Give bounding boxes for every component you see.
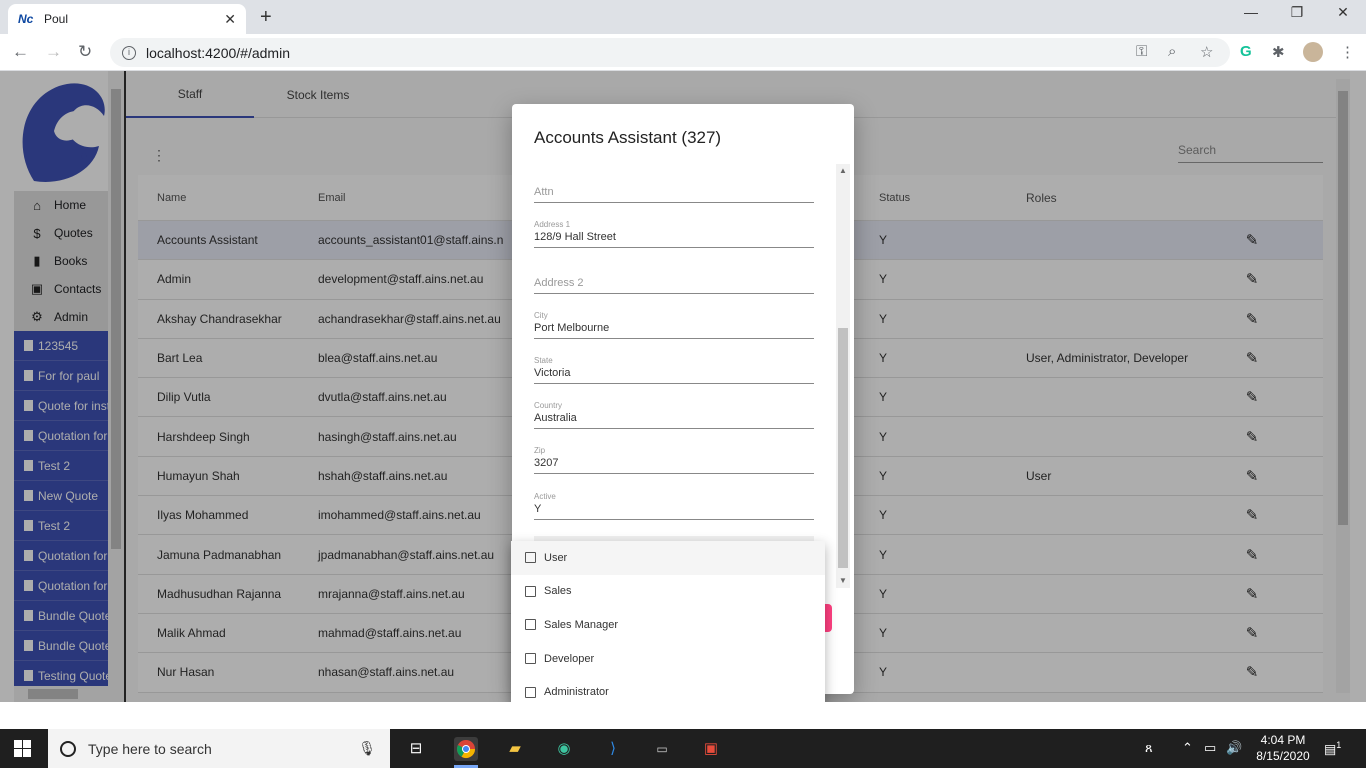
app-icon[interactable]: ▣ [699,737,723,761]
app-viewport: ⌂ Home $ Quotes ▮ Books ▣ Contacts ⚙ Adm… [0,71,1366,702]
country-label: Country [534,401,563,410]
task-view-icon[interactable]: ⊟ [404,737,428,761]
checkbox[interactable] [525,619,536,631]
zip-label: Zip [534,446,546,455]
reload-icon[interactable]: ↻ [78,42,92,62]
chrome-icon[interactable] [454,737,478,761]
edge-icon[interactable]: ◉ [552,737,576,761]
notification-icon[interactable]: ▤1 [1324,740,1341,757]
role-option-sales-manager[interactable]: Sales Manager [511,608,825,642]
tab-title: Poul [44,12,69,26]
checkbox[interactable] [525,585,536,597]
grammarly-icon[interactable]: G [1240,43,1252,60]
address1-value: 128/9 Hall Street [534,231,616,243]
attn-field[interactable]: Attn [534,186,814,203]
checkbox[interactable] [525,653,536,665]
state-label: State [534,356,553,365]
battery-icon[interactable]: ▭ [1204,740,1216,756]
back-icon[interactable]: ← [12,42,29,62]
minimize-icon[interactable]: — [1228,4,1274,20]
browser-toolbar: ← → ↻ i localhost:4200/#/admin ⚿ ⌕ ☆ G ✱… [0,34,1366,71]
address1-field[interactable]: Address 1 128/9 Hall Street [534,220,814,248]
active-label: Active [534,492,556,501]
checkbox[interactable] [525,686,536,698]
roles-dropdown: User Sales Sales Manager Developer Admin… [511,541,825,702]
taskbar-search-placeholder: Type here to search [88,740,212,757]
address1-label: Address 1 [534,220,571,229]
state-value: Victoria [534,367,571,379]
scroll-down-icon[interactable]: ▼ [839,576,847,585]
taskbar: Type here to search 🎙 ⊟ ▰ ◉ ⟩ ▭ ▣ ጸ ⌃ ▭ … [0,729,1366,768]
volume-icon[interactable]: 🔊 [1226,740,1242,756]
city-value: Port Melbourne [534,322,610,334]
extensions-icon[interactable]: ✱ [1272,43,1285,61]
microphone-icon[interactable]: 🎙 [358,740,376,757]
cortana-icon [60,740,76,757]
clock-date: 8/15/2020 [1256,749,1310,763]
state-field[interactable]: State Victoria [534,356,814,384]
address-bar[interactable]: i localhost:4200/#/admin [110,38,1230,67]
windows-start-icon[interactable] [14,740,31,757]
role-option-user[interactable]: User [511,541,825,575]
key-icon[interactable]: ⚿ [1136,43,1147,60]
option-label: Sales Manager [544,618,618,631]
role-option-sales[interactable]: Sales [511,575,825,609]
close-window-icon[interactable]: ✕ [1320,4,1366,21]
active-field[interactable]: Active Y [534,492,814,520]
forward-icon[interactable]: → [45,42,62,62]
city-field[interactable]: City Port Melbourne [534,311,814,339]
country-value: Australia [534,412,577,424]
menu-icon[interactable]: ⋮ [1340,43,1355,61]
option-label: Sales [544,585,572,598]
star-icon[interactable]: ☆ [1200,43,1213,61]
dialog-title: Accounts Assistant (327) [534,128,722,147]
zip-value: 3207 [534,457,559,469]
restore-icon[interactable]: ❐ [1274,4,1320,21]
role-option-administrator[interactable]: Administrator [511,675,825,702]
vscode-icon[interactable]: ⟩ [601,737,625,761]
notification-count: 1 [1336,740,1342,750]
option-label: User [544,551,568,564]
clock-time: 4:04 PM [1260,733,1306,747]
favicon-icon: Nc [18,12,34,26]
active-value: Y [534,503,542,515]
option-label: Administrator [544,686,609,699]
terminal-icon[interactable]: ▭ [650,737,674,761]
scroll-up-icon[interactable]: ▲ [839,166,847,175]
info-icon[interactable]: i [122,45,136,60]
option-label: Developer [544,652,595,665]
address2-field[interactable]: Address 2 [534,277,814,294]
taskbar-search[interactable]: Type here to search 🎙 [48,729,390,768]
city-label: City [534,311,548,320]
chevron-up-icon[interactable]: ⌃ [1182,740,1193,756]
attn-placeholder: Attn [534,186,554,198]
avatar[interactable] [1303,42,1323,62]
role-option-developer[interactable]: Developer [511,642,825,676]
zip-field[interactable]: Zip 3207 [534,446,814,474]
people-icon[interactable]: ጸ [1145,740,1153,756]
country-field[interactable]: Country Australia [534,401,814,429]
dialog-scrollbar[interactable]: ▲ ▼ [836,164,850,588]
zoom-icon[interactable]: ⌕ [1168,43,1176,60]
file-explorer-icon[interactable]: ▰ [503,737,527,761]
browser-tab[interactable]: Nc Poul ✕ [8,4,246,34]
checkbox[interactable] [525,552,536,564]
system-clock[interactable]: 4:04 PM 8/15/2020 [1253,732,1313,764]
scrollbar-thumb[interactable] [838,328,848,568]
new-tab-button[interactable]: + [260,6,272,29]
address2-placeholder: Address 2 [534,277,584,289]
dialog-form: Attn Address 1 128/9 Hall Street Address… [534,164,814,584]
browser-tab-strip: Nc Poul ✕ + — ❐ ✕ [0,0,1366,34]
close-tab-icon[interactable]: ✕ [224,11,236,28]
url-text: localhost:4200/#/admin [146,44,290,61]
